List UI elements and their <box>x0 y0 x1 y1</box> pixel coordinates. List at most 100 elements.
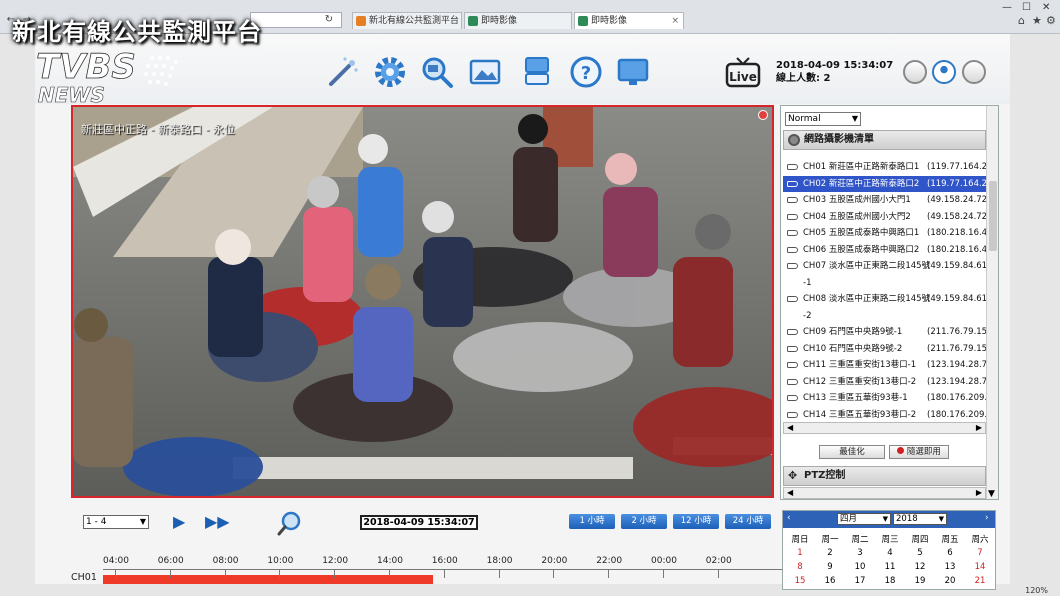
tab-close-icon[interactable]: × <box>671 13 679 29</box>
hour-1-button[interactable]: 1 小時 <box>569 514 615 529</box>
panel-vscroll-thumb[interactable] <box>989 181 997 251</box>
timeline-tick <box>608 570 610 578</box>
calendar-day[interactable]: 21 <box>965 576 995 586</box>
live-video-pane[interactable]: 新莊區中正路 - 新泰路口 - 永位 <box>71 105 774 498</box>
wand-icon[interactable] <box>325 54 361 90</box>
hour-2-button[interactable]: 2 小時 <box>621 514 667 529</box>
optimize-button[interactable]: 最佳化 <box>819 445 885 459</box>
timeline-recorded-bar <box>103 575 433 584</box>
panel-vscroll[interactable]: ▼ <box>986 106 998 499</box>
scroll-down-icon[interactable]: ▼ <box>988 489 995 499</box>
calendar-day[interactable]: 15 <box>785 576 815 586</box>
calendar-day[interactable]: 6 <box>935 548 965 558</box>
calendar-day[interactable]: 7 <box>965 548 995 558</box>
video-close-icon[interactable] <box>758 110 768 120</box>
camera-row[interactable]: CH01 新莊區中正路新泰路口1 (119.77.164.2 <box>783 159 986 176</box>
calendar-day[interactable]: 2 <box>815 548 845 558</box>
playback-timestamp: 2018-04-09 15:34:07 <box>360 515 478 530</box>
mode-select[interactable]: Normal ▼ <box>785 112 861 126</box>
gear-icon[interactable] <box>372 54 408 90</box>
home-icon[interactable]: ⌂ <box>1018 14 1025 27</box>
calendar-day[interactable]: 4 <box>875 548 905 558</box>
hour-12-button[interactable]: 12 小時 <box>673 514 719 529</box>
calendar-day[interactable]: 12 <box>905 562 935 572</box>
calendar-day[interactable]: 14 <box>965 562 995 572</box>
camera-row[interactable]: CH04 五股區成州國小大門2 (49.158.24.72 <box>783 209 986 226</box>
ptz-hscroll[interactable]: ◀ ▶ <box>783 487 986 499</box>
camera-row[interactable]: CH09 石門區中央路9號-1 (211.76.79.15 <box>783 324 986 341</box>
calendar-day[interactable]: 9 <box>815 562 845 572</box>
camera-row[interactable]: CH10 石門區中央路9號-2 (211.76.79.15 <box>783 341 986 358</box>
settings-gear-icon[interactable]: ⚙ <box>1046 14 1056 27</box>
camera-row[interactable]: CH14 三重區五華街93巷口-2 (180.176.209. <box>783 407 986 423</box>
channel-range-select[interactable]: 1 - 4 ▼ <box>83 515 149 529</box>
fast-forward-button[interactable]: ▶▶ <box>205 514 230 530</box>
calendar-day[interactable]: 1 <box>785 548 815 558</box>
next-month-icon[interactable]: › <box>985 513 989 523</box>
tab-live-video-1[interactable]: 即時影像 <box>464 12 572 29</box>
camera-row[interactable]: CH06 五股區成泰路中興路口2 (180.218.16.4 <box>783 242 986 259</box>
camera-ip: (49.159.84.61 <box>927 294 986 304</box>
camera-icon <box>787 296 798 302</box>
camera-label: CH11 三重區重安街13巷口-1 <box>803 360 917 370</box>
camera-list-hscroll[interactable]: ◀ ▶ <box>783 422 986 434</box>
camera-row[interactable]: CH12 三重區重安街13巷口-2 (123.194.28.7 <box>783 374 986 391</box>
timeline-track[interactable] <box>103 569 783 584</box>
screen: ← → ↻ 新北有線公共監測平台 即時影像 即時影像 × — ☐ ✕ ⌂ ★ ⚙ <box>0 0 1060 596</box>
camera-row[interactable]: CH11 三重區重安街13巷口-1 (123.194.28.7 <box>783 357 986 374</box>
calendar-day[interactable]: 5 <box>905 548 935 558</box>
camera-icon <box>787 345 798 352</box>
prev-month-icon[interactable]: ‹ <box>787 513 791 523</box>
scroll-right-icon[interactable]: ▶ <box>976 423 982 433</box>
power-button[interactable] <box>962 60 986 84</box>
year-select[interactable]: 2018 ▼ <box>893 513 947 525</box>
scroll-right-icon[interactable]: ▶ <box>976 488 982 498</box>
calendar-day[interactable]: 3 <box>845 548 875 558</box>
month-select[interactable]: 四月 ▼ <box>837 513 891 525</box>
calendar-day[interactable]: 10 <box>845 562 875 572</box>
camera-icon <box>787 329 798 335</box>
user-button[interactable] <box>932 60 956 84</box>
hour-24-button[interactable]: 24 小時 <box>725 514 771 529</box>
camera-row[interactable]: CH07 淡水區中正東路二段145號 -1 (49.159.84.61 <box>783 258 986 291</box>
camera-row[interactable]: CH08 淡水區中正東路二段145號 -2 (49.159.84.61 <box>783 291 986 324</box>
camera-row[interactable]: CH03 五股區成州國小大門1 (49.158.24.72 <box>783 192 986 209</box>
camera-row[interactable]: CH02 新莊區中正路新泰路口2 (119.77.164.2 <box>783 175 986 192</box>
scroll-left-icon[interactable]: ◀ <box>787 488 793 498</box>
camera-row[interactable]: CH13 三重區五華街93巷-1 (180.176.209. <box>783 390 986 407</box>
camera-search-icon[interactable] <box>419 54 455 90</box>
tvbs-news-logo: TVBS NEWS <box>36 47 178 106</box>
camera-icon <box>787 378 798 385</box>
camera-list-header[interactable]: 網路攝影機清單 <box>783 130 986 150</box>
camera-icon <box>787 411 798 418</box>
favorites-icon[interactable]: ★ <box>1032 14 1042 27</box>
minimize-icon[interactable]: — <box>1002 2 1012 13</box>
ptz-header[interactable]: ✥ PTZ控制 <box>783 466 986 486</box>
camera-row[interactable]: CH05 五股區成泰路中興路口1 (180.218.16.4 <box>783 225 986 242</box>
calendar-day[interactable]: 11 <box>875 562 905 572</box>
header-status: 2018-04-09 15:34:07 線上人數: 2 <box>776 59 893 85</box>
calendar-day[interactable]: 17 <box>845 576 875 586</box>
calendar-day[interactable]: 18 <box>875 576 905 586</box>
calendar-day[interactable]: 13 <box>935 562 965 572</box>
tab-monitor-platform[interactable]: 新北有線公共監測平台 <box>352 12 462 29</box>
picture-icon[interactable] <box>467 54 503 90</box>
close-window-icon[interactable]: ✕ <box>1042 2 1050 13</box>
record-button[interactable] <box>903 60 927 84</box>
monitor-stack-icon[interactable] <box>519 54 555 90</box>
maximize-icon[interactable]: ☐ <box>1022 2 1031 13</box>
calendar-day[interactable]: 20 <box>935 576 965 586</box>
help-icon[interactable]: ? <box>568 54 604 90</box>
calendar-day[interactable]: 16 <box>815 576 845 586</box>
display-icon[interactable] <box>615 54 651 90</box>
refresh-icon[interactable]: ↻ <box>322 12 336 28</box>
scroll-left-icon[interactable]: ◀ <box>787 423 793 433</box>
camera-label: CH08 淡水區中正東路二段145號 <box>803 294 931 304</box>
instant-play-button[interactable]: 隨選即用 <box>889 445 949 459</box>
calendar-day[interactable]: 19 <box>905 576 935 586</box>
tab-live-video-2[interactable]: 即時影像 × <box>574 12 684 29</box>
zoom-search-icon[interactable] <box>277 510 303 536</box>
calendar-day[interactable]: 8 <box>785 562 815 572</box>
tab-label: 即時影像 <box>481 16 518 26</box>
play-button[interactable]: ▶ <box>173 514 185 530</box>
